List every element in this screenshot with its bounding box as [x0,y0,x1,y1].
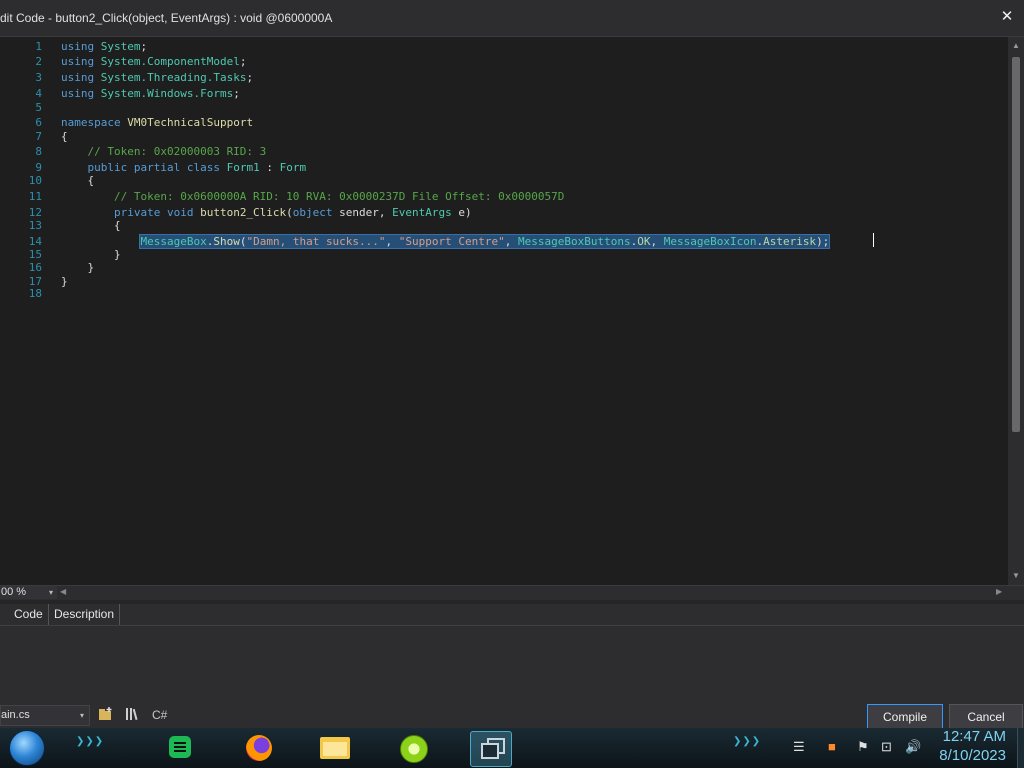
text-selection: MessageBox.Show("Damn, that sucks...", "… [139,234,831,249]
code-line: } [61,261,95,274]
line-number: 7 [35,130,42,143]
code-line: } [61,248,121,261]
line-number: 2 [35,55,42,68]
taskbar-app-windows[interactable] [470,731,512,767]
network-icon[interactable]: ⊡ [881,739,892,755]
line-number: 6 [35,116,42,129]
code-line: using System.Threading.Tasks; [61,71,254,84]
code-comment: // Token: 0x0600000A RID: 10 RVA: 0x0000… [61,190,565,203]
language-icon[interactable]: C# [152,706,167,724]
close-button[interactable]: ✕ [998,8,1016,26]
code-line: { [61,174,95,187]
start-button[interactable] [9,730,45,766]
tray-lines-icon[interactable]: ☰ [793,739,805,755]
line-number: 12 [28,206,42,219]
scroll-right-icon[interactable]: ▶ [996,587,1002,596]
code-line: { [61,219,121,232]
line-number: 10 [28,174,42,187]
text-caret [873,233,874,247]
code-line: using System.ComponentModel; [61,55,247,68]
line-number: 1 [35,40,42,53]
references-icon[interactable] [125,706,141,724]
decor-arrows-icon: ❯❯❯ [76,736,105,747]
code-line: } [61,275,68,288]
taskbar-app-firefox[interactable] [237,731,277,765]
title-bar: dit Code - button2_Click(object, EventAr… [0,0,1024,37]
bottom-toolbar: ain.cs ▾ C# Compile Cancel [0,702,1024,730]
clock-time[interactable]: 12:47 AM [943,728,1006,745]
line-number: 13 [28,219,42,232]
file-selector[interactable]: ain.cs ▾ [0,705,90,726]
error-list-header: Code Description [0,604,1024,626]
window-title: dit Code - button2_Click(object, EventAr… [0,11,333,25]
error-list [0,626,1024,702]
tray-app-icon[interactable]: ■ [828,739,836,755]
code-line: using System.Windows.Forms; [61,87,240,100]
spotify-icon [169,736,191,758]
folder-icon [320,737,350,759]
decor-arrows-icon: ❯❯❯ [733,736,762,747]
firefox-icon [246,735,272,761]
line-number: 14 [28,235,42,248]
code-line: private void button2_Click(object sender… [113,206,472,219]
scrollbar-thumb[interactable] [1012,57,1020,432]
line-number: 9 [35,161,42,174]
column-header-code[interactable]: Code [9,604,49,625]
add-file-icon[interactable] [98,706,114,724]
column-header-description[interactable]: Description [49,604,121,625]
code-line: { [61,130,68,143]
taskbar-app-explorer[interactable] [314,731,354,765]
clock-date[interactable]: 8/10/2023 [939,747,1006,764]
code-comment: // Token: 0x02000003 RID: 3 [61,145,267,158]
taskbar-app-spotify[interactable] [158,731,198,765]
volume-icon[interactable]: 🔊 [905,739,921,755]
code-line-selected: MessageBox.Show("Damn, that sucks...", "… [61,234,831,249]
cancel-button[interactable]: Cancel [949,704,1023,730]
line-number: 4 [35,87,42,100]
line-number: 11 [28,190,42,203]
scroll-down-icon[interactable]: ▼ [1011,571,1021,581]
code-editor[interactable]: 1 2 3 4 5 6 7 8 9 10 11 12 13 14 15 16 1… [0,37,1008,585]
action-center-flag-icon[interactable]: ⚑ [857,739,869,755]
code-line: namespace VM0TechnicalSupport [61,116,254,129]
line-number-gutter: 1 2 3 4 5 6 7 8 9 10 11 12 13 14 15 16 1… [0,37,48,585]
code-line: using System; [61,40,148,53]
windows-icon [481,738,505,759]
line-number: 5 [35,101,42,114]
taskbar: ❯❯❯ ❯❯❯ ☰ ■ ⚑ ⊡ 🔊 12:47 AM 8/10/2023 [0,728,1024,768]
taskbar-app-lime[interactable] [392,731,432,765]
line-number: 15 [28,248,42,261]
chevron-down-icon: ▾ [48,588,53,597]
code-line: public partial class Form1 : Form [87,161,307,174]
show-desktop-button[interactable] [1017,728,1024,768]
line-number: 16 [28,261,42,274]
line-number: 3 [35,71,42,84]
horizontal-scrollbar[interactable]: 00 % ▾ ◀ ▶ [0,585,1024,600]
line-number: 8 [35,145,42,158]
lime-icon [400,735,428,763]
vertical-scrollbar[interactable]: ▲ ▼ [1008,37,1024,585]
line-number: 18 [28,287,42,300]
scroll-left-icon[interactable]: ◀ [60,587,66,596]
zoom-selector[interactable]: 00 % ▾ [0,586,57,599]
scroll-up-icon[interactable]: ▲ [1011,41,1021,51]
compile-button[interactable]: Compile [867,704,943,730]
chevron-down-icon: ▾ [79,711,84,720]
